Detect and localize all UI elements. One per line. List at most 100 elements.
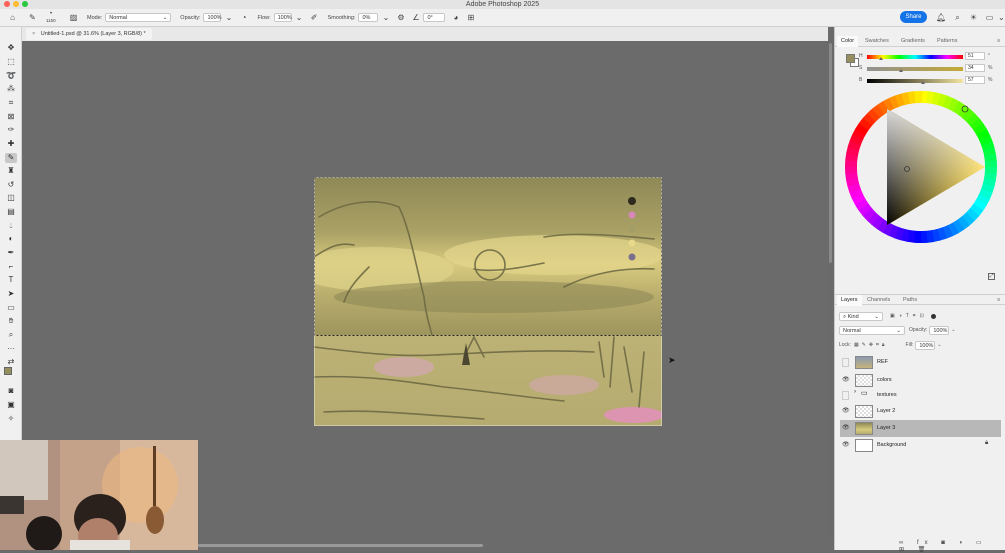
smoothing-input[interactable]: 0% [358, 13, 379, 22]
angle-input[interactable]: 0° [423, 13, 446, 22]
symmetry-icon[interactable]: ⊞ [466, 13, 475, 22]
canvas-artwork[interactable] [314, 177, 662, 426]
gradient-tool-icon[interactable]: ▤ [5, 207, 17, 217]
dodge-tool-icon[interactable]: ◐ [5, 234, 17, 244]
frame-tool-icon[interactable]: ⊠ [5, 112, 17, 122]
panel-menu-icon[interactable]: ≡ [993, 295, 1004, 306]
horizontal-scrollbar[interactable] [198, 542, 828, 550]
brush-settings-icon[interactable]: ▨ [69, 13, 78, 22]
tab-channels[interactable]: Channels [863, 295, 894, 306]
chevron-right-icon[interactable]: › [854, 389, 856, 395]
saturation-slider-row[interactable]: S 34 % [859, 64, 999, 73]
panel-menu-icon[interactable]: ≡ [993, 36, 1004, 47]
chevron-down-icon[interactable]: ⌄ [295, 13, 304, 22]
document-tab[interactable]: × Untitled-1.psd @ 31.6% (Layer 3, RGB/8… [26, 28, 152, 40]
more-tools-icon[interactable]: ··· [5, 344, 17, 354]
tab-patterns[interactable]: Patterns [933, 36, 961, 47]
healing-brush-tool-icon[interactable]: ✚ [5, 139, 17, 149]
eye-icon[interactable]: 👁︎ [842, 376, 850, 385]
zoom-window-button[interactable] [22, 1, 28, 7]
layer-row[interactable]: 👁︎ Layer 2 [840, 403, 1001, 420]
quick-mask-icon[interactable]: ◙ [5, 386, 17, 396]
horizontal-scrollbar-thumb[interactable] [198, 544, 483, 547]
history-brush-tool-icon[interactable]: ↺ [5, 180, 17, 190]
share-button[interactable]: Share [900, 11, 927, 23]
tab-swatches[interactable]: Swatches [861, 36, 893, 47]
lasso-tool-icon[interactable]: ➰ [5, 71, 17, 81]
swap-colors-icon[interactable]: ⇄ [5, 357, 17, 367]
layer-group-row[interactable]: › ▭ textures [840, 387, 1001, 404]
eye-icon[interactable]: 👁︎ [842, 424, 850, 433]
brightness-knob[interactable] [921, 81, 925, 84]
chevron-down-icon[interactable]: ⌄ [381, 13, 390, 22]
tab-layers[interactable]: Layers [837, 295, 862, 306]
chevron-down-icon[interactable]: ⌄ [998, 13, 1005, 22]
saturation-knob[interactable] [899, 69, 903, 72]
layer-row[interactable]: 👁︎ Background 🔒︎ [840, 437, 1001, 454]
expand-panel-icon[interactable]: ⤢ [988, 273, 995, 280]
bell-icon[interactable]: 🔔︎ [936, 13, 946, 22]
close-icon[interactable]: × [32, 31, 35, 37]
eye-icon[interactable]: 👁︎ [842, 407, 850, 416]
rectangle-tool-icon[interactable]: ▭ [5, 303, 17, 313]
saturation-value-input[interactable]: 34 [965, 64, 985, 72]
flow-input[interactable]: 100% [273, 13, 292, 22]
color-panel-foreground-swatch[interactable] [846, 54, 855, 63]
minimize-window-button[interactable] [13, 1, 19, 7]
home-icon[interactable]: ⌂ [8, 13, 17, 22]
hand-tool-icon[interactable]: ✋︎ [5, 316, 17, 326]
zoom-tool-icon[interactable]: ⌕ [5, 330, 17, 340]
type-tool-icon[interactable]: T [5, 275, 17, 285]
hue-knob[interactable] [879, 57, 883, 60]
close-window-button[interactable] [4, 1, 10, 7]
generative-fill-icon[interactable]: ✧ [5, 414, 17, 424]
fill-input[interactable]: 100% [915, 340, 936, 350]
crop-tool-icon[interactable]: ⌗ [5, 98, 17, 108]
layer-filter-icons[interactable]: ▣◑T⌗⊡ [890, 313, 928, 319]
layer-opacity-input[interactable]: 100% [929, 325, 950, 335]
screen-mode-icon[interactable]: ▣ [5, 400, 17, 410]
vertical-scrollbar-thumb[interactable] [829, 43, 832, 263]
magic-wand-tool-icon[interactable]: ⁂ [5, 84, 17, 94]
blur-tool-icon[interactable]: 💧︎ [5, 221, 17, 231]
blend-mode-dropdown[interactable]: Normal ⌄ [839, 325, 905, 335]
tab-gradients[interactable]: Gradients [897, 36, 929, 47]
filter-toggle-icon[interactable] [930, 313, 936, 319]
brush-preset-picker[interactable]: • 1150 [46, 11, 66, 25]
visibility-toggle[interactable] [842, 391, 849, 400]
hue-value-input[interactable]: 51 [965, 52, 985, 60]
saturation-track[interactable] [867, 67, 963, 71]
marquee-tool-icon[interactable]: ⬚ [5, 57, 17, 67]
brightness-slider-row[interactable]: B 57 % [859, 76, 999, 85]
tab-color[interactable]: Color [837, 36, 859, 47]
mode-dropdown[interactable]: Normal ⌄ [105, 13, 172, 22]
path-selection-tool-icon[interactable]: ➤ [5, 289, 17, 299]
chevron-down-icon[interactable]: ⌄ [951, 327, 955, 333]
eye-icon[interactable]: 👁︎ [842, 441, 850, 450]
gear-icon[interactable]: ⚙ [396, 13, 405, 22]
lock-options-icons[interactable]: ▦✎✥⌗🔒︎ [854, 342, 888, 348]
pen-alt-tool-icon[interactable]: ⌐ [5, 262, 17, 272]
color-wheel[interactable] [843, 89, 999, 245]
layers-footer-actions[interactable]: ∞ fx ◙ ◑ ▭ ⊞ 🗑︎ [899, 539, 1005, 553]
eyedropper-tool-icon[interactable]: ✑ [5, 125, 17, 135]
tab-paths[interactable]: Paths [899, 295, 921, 306]
move-tool-icon[interactable]: ✥ [5, 43, 17, 53]
visibility-toggle[interactable] [842, 358, 849, 367]
clone-stamp-tool-icon[interactable]: ♜ [5, 166, 17, 176]
chevron-down-icon[interactable]: ⌄ [937, 342, 941, 348]
hue-slider-row[interactable]: H 51 ° [859, 52, 999, 61]
discover-icon[interactable]: ☀ [969, 13, 978, 22]
pressure-size-icon[interactable]: ◕ [451, 13, 460, 22]
foreground-color-swatch[interactable] [4, 367, 12, 375]
pen-tool-icon[interactable]: ✒ [5, 248, 17, 258]
brush-tool-icon[interactable]: ✎ [28, 13, 37, 22]
airbrush-icon[interactable]: ✐ [310, 13, 319, 22]
pressure-opacity-icon[interactable]: ◔ [239, 13, 248, 22]
brightness-value-input[interactable]: 57 [965, 76, 985, 84]
eraser-tool-icon[interactable]: ◫ [5, 193, 17, 203]
layer-row-selected[interactable]: 👁︎ Layer 3 [840, 420, 1001, 437]
layer-row[interactable]: REF [840, 354, 1001, 371]
workspace-icon[interactable]: ▭ [985, 13, 994, 22]
search-icon[interactable]: ⌕ [953, 13, 962, 22]
